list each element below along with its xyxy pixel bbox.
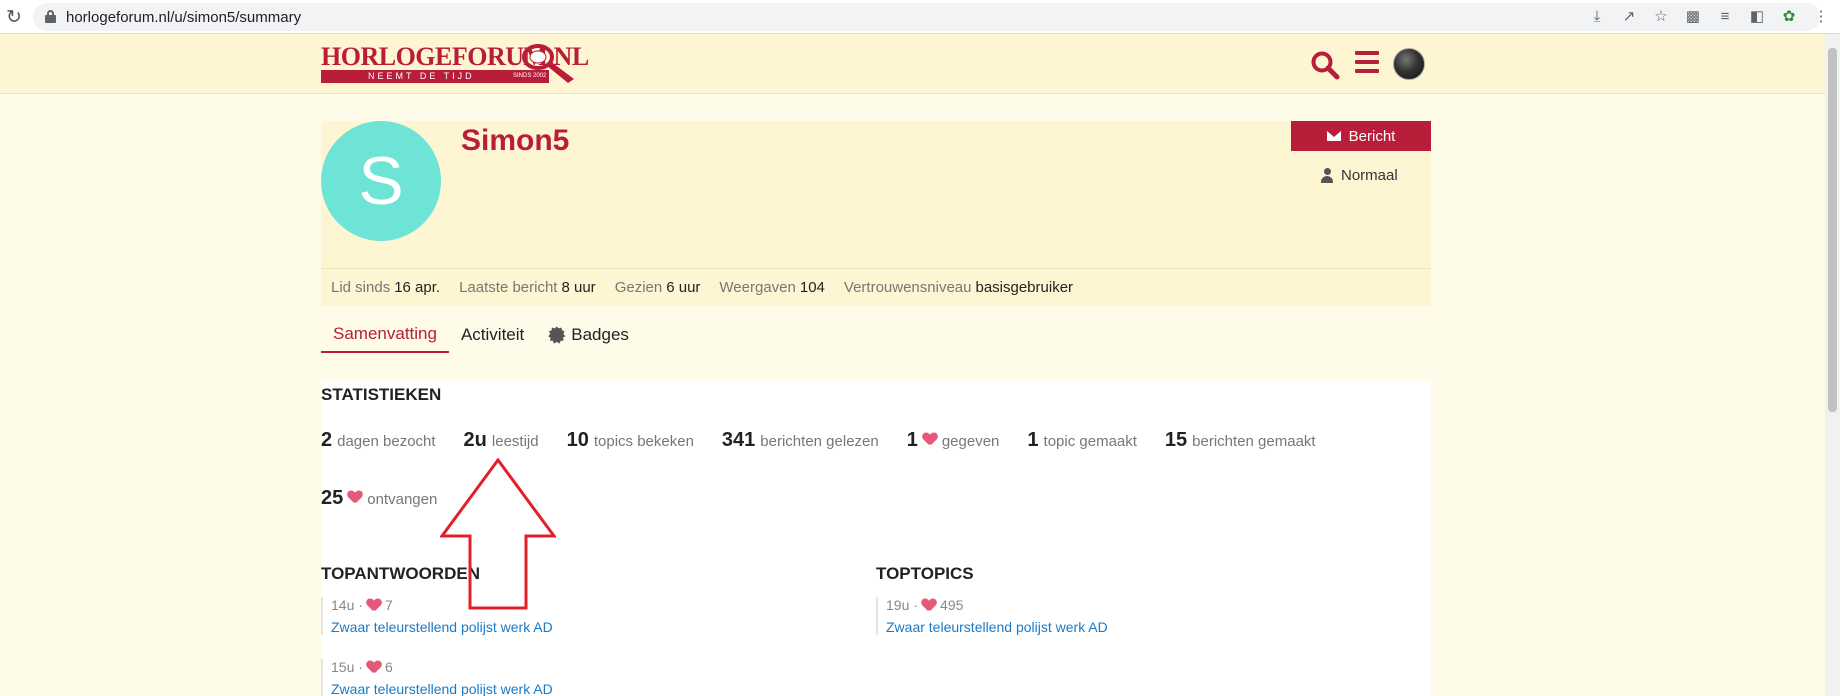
- browser-toolbar: ↻ horlogeforum.nl/u/simon5/summary ⤓ ↗ ☆…: [0, 0, 1840, 34]
- trust-level-label: Normaal: [1341, 167, 1398, 184]
- meta-trust-level: Vertrouwensniveau basisgebruiker: [843, 279, 1074, 296]
- post-link[interactable]: Zwaar teleurstellend polijst werk AD: [331, 681, 553, 696]
- tab-badges[interactable]: Badges: [536, 317, 641, 353]
- send-message-button[interactable]: Bericht: [1291, 121, 1431, 151]
- profile-extension-icon[interactable]: ✿: [1778, 5, 1800, 27]
- send-message-label: Bericht: [1348, 127, 1396, 145]
- profile-avatar[interactable]: S: [321, 121, 441, 241]
- meta-member-since: Lid sinds 16 apr.: [331, 279, 441, 296]
- top-reply-item: 15u · 6 Zwaar teleurstellend polijst werk …: [321, 659, 553, 696]
- search-icon[interactable]: [1310, 50, 1340, 80]
- user-icon: [1321, 168, 1333, 183]
- hamburger-menu-icon[interactable]: [1355, 51, 1381, 77]
- profile-meta-row: Lid sinds 16 apr. Laatste bericht 8 uur Ge…: [321, 268, 1431, 306]
- badge-icon: [548, 326, 566, 344]
- reload-icon[interactable]: ↻: [2, 5, 26, 29]
- tab-activity[interactable]: Activiteit: [449, 317, 536, 353]
- extensions-icon[interactable]: ▩: [1682, 5, 1704, 27]
- install-icon[interactable]: ⤓: [1586, 5, 1608, 27]
- meta-last-post: Laatste bericht 8 uur: [459, 279, 596, 296]
- heart-icon: [923, 433, 937, 446]
- profile-tabs: Samenvatting Activiteit Badges: [321, 317, 641, 353]
- side-panel-icon[interactable]: ◧: [1746, 5, 1768, 27]
- profile-username: Simon5: [461, 124, 570, 157]
- heart-icon: [367, 661, 381, 674]
- current-user-avatar[interactable]: [1393, 48, 1425, 80]
- post-link[interactable]: Zwaar teleurstellend polijst werk AD: [886, 619, 1108, 635]
- site-header: HORLOGEFORUM.NL NEEMT DE TIJD SINDS 2002: [0, 34, 1825, 94]
- annotation-arrow: [440, 458, 556, 610]
- stat-days-visited: 2 dagen bezocht: [321, 429, 436, 451]
- stat-posts-read: 341 berichten gelezen: [721, 429, 879, 451]
- post-meta: 19u · 495: [886, 597, 964, 613]
- logo-tagline: NEEMT DE TIJD: [368, 71, 475, 81]
- browser-menu-icon[interactable]: ⋮: [1810, 5, 1832, 27]
- stat-posts-created: 15 berichten gemaakt: [1164, 429, 1316, 451]
- heart-icon: [367, 599, 381, 612]
- lock-icon: [45, 10, 56, 23]
- user-profile-card: S Simon5 Bericht Normaal Lid sinds 16 apr…: [321, 121, 1431, 306]
- scroll-thumb[interactable]: [1828, 48, 1837, 412]
- page-scrollbar[interactable]: [1825, 34, 1840, 696]
- trust-level-toggle[interactable]: Normaal: [1321, 167, 1398, 184]
- share-icon[interactable]: ↗: [1618, 5, 1640, 27]
- post-meta: 15u · 6: [331, 659, 393, 675]
- tab-summary[interactable]: Samenvatting: [321, 317, 449, 353]
- stats-title: STATISTIEKEN: [321, 385, 442, 404]
- meta-seen: Gezien 6 uur: [614, 279, 701, 296]
- top-topic-item: 19u · 495 Zwaar teleurstellend polijst wer…: [876, 597, 1108, 635]
- stat-topics-viewed: 10 topics bekeken: [566, 429, 694, 451]
- bookmark-star-icon[interactable]: ☆: [1650, 5, 1672, 27]
- logo-watch-icon: [522, 44, 574, 83]
- heart-icon: [922, 599, 936, 612]
- stat-likes-given: 1 gegeven: [906, 429, 1000, 451]
- envelope-icon: [1326, 131, 1341, 141]
- post-link[interactable]: Zwaar teleurstellend polijst werk AD: [331, 619, 553, 635]
- url-text: horlogeforum.nl/u/simon5/summary: [66, 9, 302, 26]
- site-logo[interactable]: HORLOGEFORUM.NL NEEMT DE TIJD SINDS 2002: [321, 42, 589, 86]
- address-bar[interactable]: horlogeforum.nl/u/simon5/summary: [33, 3, 1820, 31]
- reading-list-icon[interactable]: ≡: [1714, 5, 1736, 27]
- meta-views: Weergaven 104: [719, 279, 825, 296]
- tab-badges-label: Badges: [571, 325, 629, 344]
- stat-topics-created: 1 topic gemaakt: [1027, 429, 1137, 451]
- stat-read-time: 2u leestijd: [463, 429, 539, 451]
- heart-icon: [348, 491, 362, 504]
- top-topics-title: TOPTOPICS: [876, 564, 974, 583]
- stat-likes-received: 25 ontvangen: [321, 487, 438, 509]
- browser-actions: ⤓ ↗ ☆ ▩ ≡ ◧ ✿ ⋮: [1586, 5, 1832, 27]
